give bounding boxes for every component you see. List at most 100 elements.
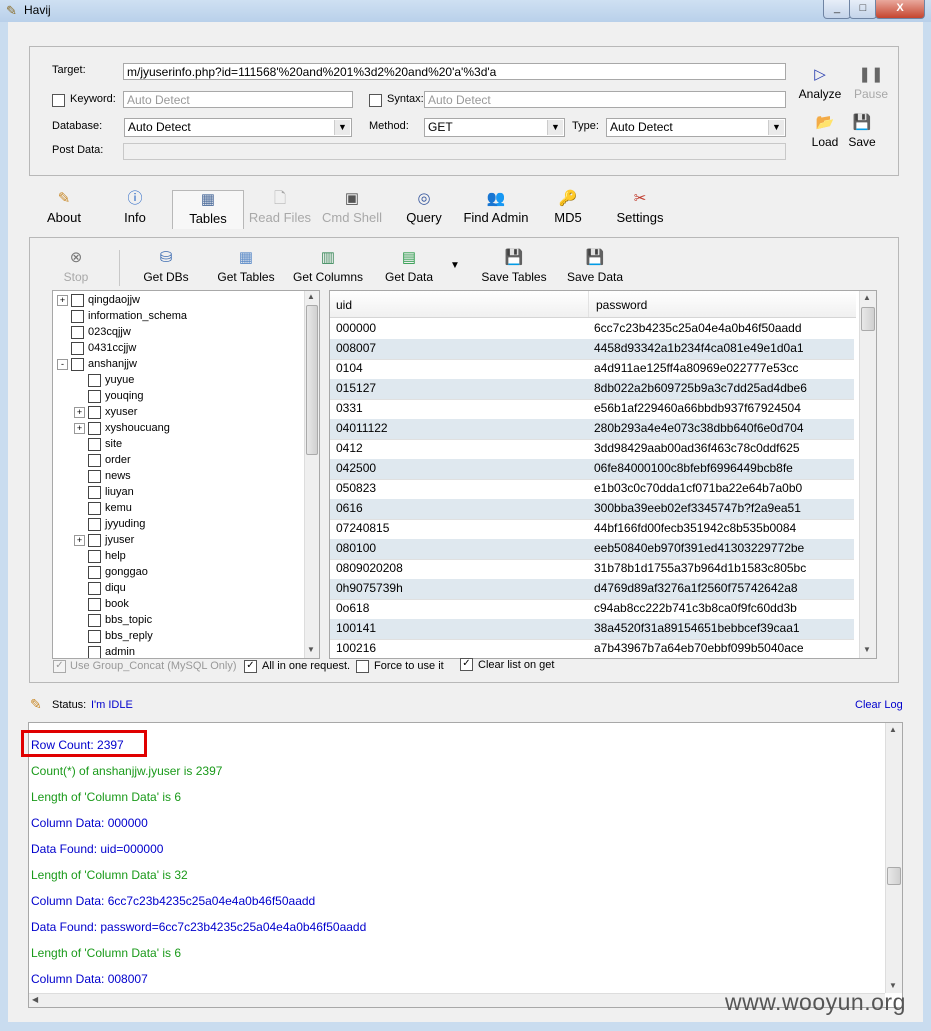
- tree-item-checkbox[interactable]: [88, 645, 101, 658]
- collapse-icon[interactable]: -: [57, 358, 68, 370]
- column-header-uid[interactable]: uid: [336, 298, 352, 312]
- syntax-input[interactable]: Auto Detect: [424, 91, 786, 108]
- target-input[interactable]: m/jyuserinfo.php?id=111568'%20and%201%3d…: [123, 63, 786, 80]
- scroll-up-icon[interactable]: ▲: [863, 293, 871, 302]
- clear-log-link[interactable]: Clear Log: [855, 699, 903, 711]
- tree-item-checkbox[interactable]: [88, 581, 101, 595]
- tree-item-checkbox[interactable]: [71, 325, 84, 339]
- get-tables-button[interactable]: ▦ Get Tables: [210, 249, 282, 284]
- expand-icon[interactable]: +: [57, 294, 68, 306]
- scroll-up-icon[interactable]: ▲: [889, 725, 897, 734]
- tree-item-checkbox[interactable]: [88, 565, 101, 579]
- tree-item-checkbox[interactable]: [88, 533, 101, 547]
- tree-item[interactable]: gonggao: [74, 564, 148, 580]
- expand-icon[interactable]: +: [74, 534, 85, 546]
- tree-item[interactable]: help: [74, 548, 126, 564]
- scroll-down-icon[interactable]: ▼: [307, 645, 315, 654]
- tree-item-checkbox[interactable]: [88, 421, 101, 435]
- log-scrollbar[interactable]: ▲ ▼: [885, 723, 902, 993]
- tab-query[interactable]: ◎ Query: [401, 190, 447, 225]
- tree-item-checkbox[interactable]: [71, 341, 84, 355]
- tree-item[interactable]: + qingdaojjw: [57, 292, 140, 308]
- get-columns-button[interactable]: ▥ Get Columns: [287, 249, 369, 284]
- table-row[interactable]: 080100 eeb50840eb970f391ed41303229772be: [330, 539, 854, 560]
- tree-item[interactable]: admin: [74, 644, 135, 658]
- tree-item[interactable]: + xyshoucuang: [74, 420, 170, 436]
- data-grid[interactable]: uid password 000000 6cc7c23b4235c25a04e4a…: [329, 290, 877, 659]
- tree-item[interactable]: news: [74, 468, 131, 484]
- get-data-button[interactable]: ▤ Get Data: [378, 249, 440, 284]
- save-tables-button[interactable]: 💾 Save Tables: [476, 249, 552, 284]
- expand-icon[interactable]: +: [74, 406, 85, 418]
- table-row[interactable]: 000000 6cc7c23b4235c25a04e4a0b46f50aadd: [330, 319, 854, 340]
- table-row[interactable]: 050823 e1b03c0c70dda1cf071ba22e64b7a0b0: [330, 479, 854, 500]
- scroll-left-icon[interactable]: ◀: [32, 995, 38, 1004]
- table-row[interactable]: 0o618 c94ab8cc222b741c3b8ca0f9fc60dd3b: [330, 599, 854, 620]
- tree-item[interactable]: - anshanjjw: [57, 356, 137, 372]
- tree-item[interactable]: information_schema: [57, 308, 187, 324]
- tab-find-admin[interactable]: 👥 Find Admin: [460, 190, 532, 225]
- tree-item[interactable]: yuyue: [74, 372, 134, 388]
- tree-item-checkbox[interactable]: [88, 469, 101, 483]
- log-panel[interactable]: Row Count: 2397 Count(*) of anshanjjw.jyu…: [28, 722, 903, 1008]
- type-select[interactable]: Auto Detect ▼: [606, 118, 786, 137]
- table-row[interactable]: 042500 06fe84000100c8bfebf6996449bcb8fe: [330, 459, 854, 480]
- tab-cmd-shell[interactable]: ▣ Cmd Shell: [320, 190, 384, 225]
- table-row[interactable]: 0412 3dd98429aab00ad36f463c78c0ddf625: [330, 439, 854, 460]
- tree-item-checkbox[interactable]: [88, 613, 101, 627]
- force-checkbox[interactable]: [356, 660, 369, 673]
- tree-item-checkbox[interactable]: [88, 389, 101, 403]
- table-row[interactable]: 04011122 280b293a4e4e073c38dbb640f6e0d704: [330, 419, 854, 440]
- tree-item-checkbox[interactable]: [88, 549, 101, 563]
- database-select[interactable]: Auto Detect ▼: [124, 118, 352, 137]
- table-row[interactable]: 015127 8db022a2b609725b9a3c7dd25ad4dbe6: [330, 379, 854, 400]
- stop-button[interactable]: ⊗ Stop: [58, 249, 94, 284]
- maximize-button[interactable]: □: [849, 0, 877, 19]
- expand-icon[interactable]: +: [74, 422, 85, 434]
- grid-scrollbar[interactable]: ▲ ▼: [859, 291, 876, 658]
- tab-settings[interactable]: ✂ Settings: [613, 190, 667, 225]
- tree-item[interactable]: bbs_topic: [74, 612, 152, 628]
- clear-list-checkbox[interactable]: ✓: [460, 658, 473, 671]
- analyze-button[interactable]: ▷ Analyze: [796, 66, 844, 101]
- log-scroll-thumb[interactable]: [887, 867, 901, 885]
- tree-item[interactable]: bbs_reply: [74, 628, 153, 644]
- save-button[interactable]: 💾 Save: [845, 114, 879, 149]
- get-dbs-button[interactable]: ⛁ Get DBs: [138, 249, 194, 284]
- keyword-input[interactable]: Auto Detect: [123, 91, 353, 108]
- tree-item[interactable]: 0431ccjjw: [57, 340, 136, 356]
- table-row[interactable]: 0616 300bba39eeb02ef3345747b?f2a9ea51: [330, 499, 854, 520]
- table-row[interactable]: 0h9075739h d4769d89af3276a1f2560f75742642…: [330, 579, 854, 600]
- keyword-checkbox[interactable]: [52, 94, 65, 107]
- syntax-checkbox[interactable]: [369, 94, 382, 107]
- tree-item-checkbox[interactable]: [88, 453, 101, 467]
- all-in-one-checkbox[interactable]: ✓: [244, 660, 257, 673]
- scroll-up-icon[interactable]: ▲: [307, 292, 315, 301]
- tree-item[interactable]: jyyuding: [74, 516, 145, 532]
- tree-item-checkbox[interactable]: [71, 293, 84, 307]
- tree-item-checkbox[interactable]: [88, 597, 101, 611]
- tree-item[interactable]: kemu: [74, 500, 132, 516]
- tree-item-checkbox[interactable]: [71, 357, 84, 371]
- tab-read-files[interactable]: 🗋 Read Files: [246, 190, 314, 225]
- tree-item-checkbox[interactable]: [88, 437, 101, 451]
- tab-md5[interactable]: 🔑 MD5: [549, 190, 587, 225]
- scroll-down-icon[interactable]: ▼: [863, 645, 871, 654]
- grid-scroll-thumb[interactable]: [861, 307, 875, 331]
- table-row[interactable]: 0331 e56b1af229460a66bbdb937f67924504: [330, 399, 854, 420]
- table-row[interactable]: 100216 a7b43967b7a64eb70ebbf099b5040ace: [330, 639, 854, 658]
- tree-item-checkbox[interactable]: [88, 373, 101, 387]
- tree-item-checkbox[interactable]: [88, 405, 101, 419]
- column-header-password[interactable]: password: [596, 298, 647, 312]
- tree-item-checkbox[interactable]: [71, 309, 84, 323]
- tree-scroll-thumb[interactable]: [306, 305, 318, 455]
- tree-item-checkbox[interactable]: [88, 485, 101, 499]
- tree-item[interactable]: diqu: [74, 580, 126, 596]
- pause-button[interactable]: ❚❚ Pause: [849, 66, 893, 101]
- tree-scrollbar[interactable]: ▲ ▼: [304, 291, 319, 658]
- tree-item[interactable]: liuyan: [74, 484, 134, 500]
- group-concat-checkbox[interactable]: ✓: [53, 660, 66, 673]
- table-row[interactable]: 100141 38a4520f31a89154651bebbcef39caa1: [330, 619, 854, 640]
- tree-item[interactable]: order: [74, 452, 131, 468]
- tree-item[interactable]: book: [74, 596, 129, 612]
